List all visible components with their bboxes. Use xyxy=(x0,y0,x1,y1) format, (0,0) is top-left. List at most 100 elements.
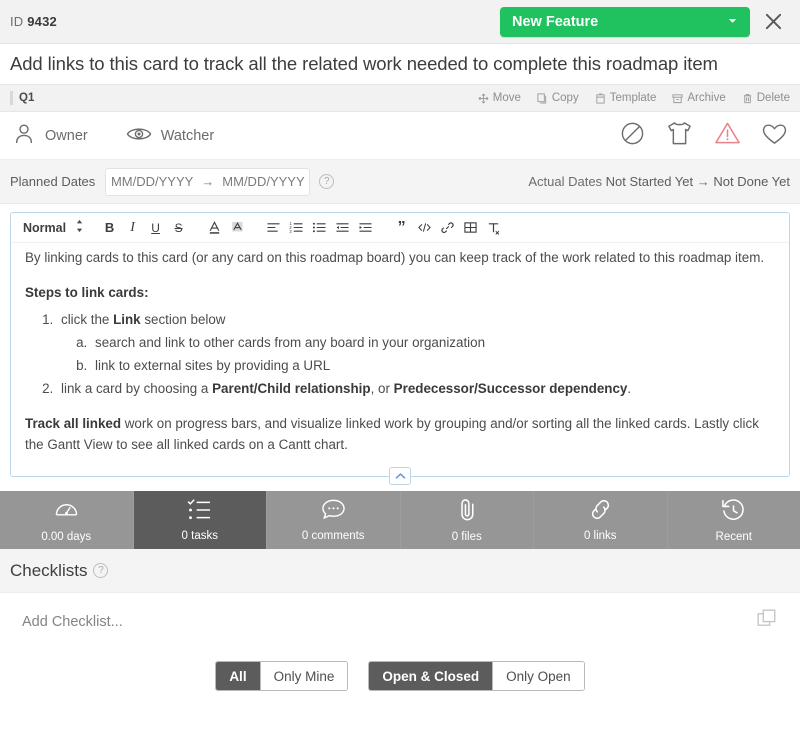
card-header: ID 9432 New Feature xyxy=(0,0,800,44)
tab-days-label: 0.00 days xyxy=(41,530,92,543)
outro-rest: work on progress bars, and visualize lin… xyxy=(25,416,759,452)
checklists-help-icon[interactable]: ? xyxy=(93,563,109,578)
tab-tasks[interactable]: 0 tasks xyxy=(133,491,267,549)
indent-icon[interactable] xyxy=(354,217,377,239)
step2-mid: , or xyxy=(370,381,394,396)
steps-list: click the Link section below search and … xyxy=(57,309,775,399)
template-icon xyxy=(595,92,606,104)
filter-only-open-button[interactable]: Only Open xyxy=(493,662,584,690)
table-icon[interactable] xyxy=(459,217,482,239)
step1-pre: click the xyxy=(61,312,114,327)
comment-icon xyxy=(321,498,346,526)
owner-label: Owner xyxy=(45,127,88,144)
card-tab-bar: 0.00 days 0 tasks 0 comments 0 files 0 l xyxy=(0,491,800,549)
description-content[interactable]: By linking cards to this card (or any ca… xyxy=(11,243,789,455)
close-button[interactable] xyxy=(756,5,790,39)
duplicate-icon[interactable] xyxy=(757,609,778,635)
text-style-select[interactable]: Normal xyxy=(23,221,66,235)
highlight-icon[interactable] xyxy=(226,217,249,239)
owner-field[interactable]: Owner xyxy=(12,122,88,150)
code-icon[interactable] xyxy=(413,217,436,239)
description-editor[interactable]: Normal B I U S 1 2 3 ” By linking cards … xyxy=(10,212,790,485)
card-type-dropdown[interactable]: New Feature xyxy=(500,6,750,37)
card-id-value: 9432 xyxy=(27,14,57,29)
paperclip-icon xyxy=(456,498,478,527)
step2-bold2: Predecessor/Successor dependency xyxy=(393,381,628,396)
add-checklist-row[interactable]: Add Checklist... xyxy=(0,593,800,651)
tab-days[interactable]: 0.00 days xyxy=(0,491,134,549)
blockquote-icon[interactable]: ” xyxy=(390,217,413,239)
chevron-down-icon xyxy=(727,14,738,30)
people-row: Owner Watcher xyxy=(0,112,800,160)
copy-button[interactable]: Copy xyxy=(537,92,579,104)
link-icon[interactable] xyxy=(436,217,459,239)
clear-format-icon[interactable] xyxy=(482,217,505,239)
actual-dates: Actual Dates Not Started Yet → Not Done … xyxy=(528,174,790,189)
move-button[interactable]: Move xyxy=(478,92,521,104)
move-icon xyxy=(478,93,489,104)
svg-text:3: 3 xyxy=(290,229,293,234)
tab-recent[interactable]: Recent xyxy=(667,491,800,549)
list-item: link to external sites by providing a UR… xyxy=(91,355,775,376)
text-color-icon[interactable] xyxy=(203,217,226,239)
card-id-prefix: ID xyxy=(10,14,24,29)
delete-button[interactable]: Delete xyxy=(742,92,790,104)
underline-icon[interactable]: U xyxy=(144,217,167,239)
tab-files[interactable]: 0 files xyxy=(400,491,534,549)
card-flag-icons xyxy=(620,121,788,151)
watcher-field[interactable]: Watcher xyxy=(126,124,214,148)
archive-button[interactable]: Archive xyxy=(672,92,726,104)
tab-recent-label: Recent xyxy=(715,530,752,543)
template-button[interactable]: Template xyxy=(595,92,657,104)
filter-state-group: Open & Closed Only Open xyxy=(368,661,585,691)
planned-dates-help-icon[interactable]: ? xyxy=(319,174,335,189)
filter-open-closed-button[interactable]: Open & Closed xyxy=(369,662,494,690)
tab-comments[interactable]: 0 comments xyxy=(267,491,401,549)
outdent-icon[interactable] xyxy=(331,217,354,239)
card-title-row[interactable]: Add links to this card to track all the … xyxy=(0,44,800,84)
filter-scope-group: All Only Mine xyxy=(215,661,349,691)
ordered-list-icon[interactable]: 123 xyxy=(285,217,308,239)
board-label[interactable]: Q1 xyxy=(10,91,34,105)
blocked-icon[interactable] xyxy=(620,121,645,151)
align-icon[interactable] xyxy=(262,217,285,239)
filter-all-button[interactable]: All xyxy=(216,662,261,690)
checklist-filters: All Only Mine Open & Closed Only Open xyxy=(0,651,800,691)
description-outro: Track all linked work on progress bars, … xyxy=(25,413,775,455)
planned-end-value: MM/DD/YYYY xyxy=(222,174,305,189)
history-icon xyxy=(721,498,746,527)
planned-dates-label: Planned Dates xyxy=(10,174,96,189)
heart-icon[interactable] xyxy=(761,121,788,151)
bold-icon[interactable]: B xyxy=(98,217,121,239)
tab-links-label: 0 links xyxy=(583,530,617,542)
text-style-chevron-icon[interactable] xyxy=(75,219,84,236)
filter-only-mine-button[interactable]: Only Mine xyxy=(260,662,348,690)
copy-icon xyxy=(537,92,548,104)
list-item: link a card by choosing a Parent/Child r… xyxy=(57,378,775,399)
tab-links[interactable]: 0 links xyxy=(534,491,668,549)
planned-dates-input[interactable]: MM/DD/YYYY → MM/DD/YYYY xyxy=(105,167,311,196)
card-actions-bar: Q1 Move Copy Template Archive Delete xyxy=(0,84,800,112)
strikethrough-icon[interactable]: S xyxy=(167,217,190,239)
delete-label: Delete xyxy=(756,92,790,104)
eye-icon xyxy=(126,124,152,148)
planned-start-value: MM/DD/YYYY xyxy=(110,174,194,189)
card-id: ID 9432 xyxy=(10,14,57,29)
bullet-list-icon[interactable] xyxy=(308,217,331,239)
dates-row: Planned Dates MM/DD/YYYY → MM/DD/YYYY ? … xyxy=(0,160,800,204)
italic-icon[interactable]: I xyxy=(121,217,144,239)
user-icon xyxy=(12,122,36,150)
chevron-up-icon[interactable] xyxy=(389,467,411,485)
checklists-header: Checklists ? xyxy=(0,549,800,593)
actual-dates-label: Actual Dates xyxy=(528,174,603,189)
archive-icon xyxy=(672,93,683,104)
checklists-heading: Checklists xyxy=(10,560,88,580)
card-type-label: New Feature xyxy=(512,13,599,30)
warning-icon[interactable] xyxy=(714,121,741,151)
step2-bold1: Parent/Child relationship xyxy=(212,381,371,396)
tshirt-size-icon[interactable] xyxy=(665,121,694,151)
description-intro: By linking cards to this card (or any ca… xyxy=(25,250,765,265)
add-checklist-input[interactable]: Add Checklist... xyxy=(22,614,123,630)
steps-heading-text: Steps to link cards: xyxy=(25,285,149,300)
template-label: Template xyxy=(609,92,657,104)
